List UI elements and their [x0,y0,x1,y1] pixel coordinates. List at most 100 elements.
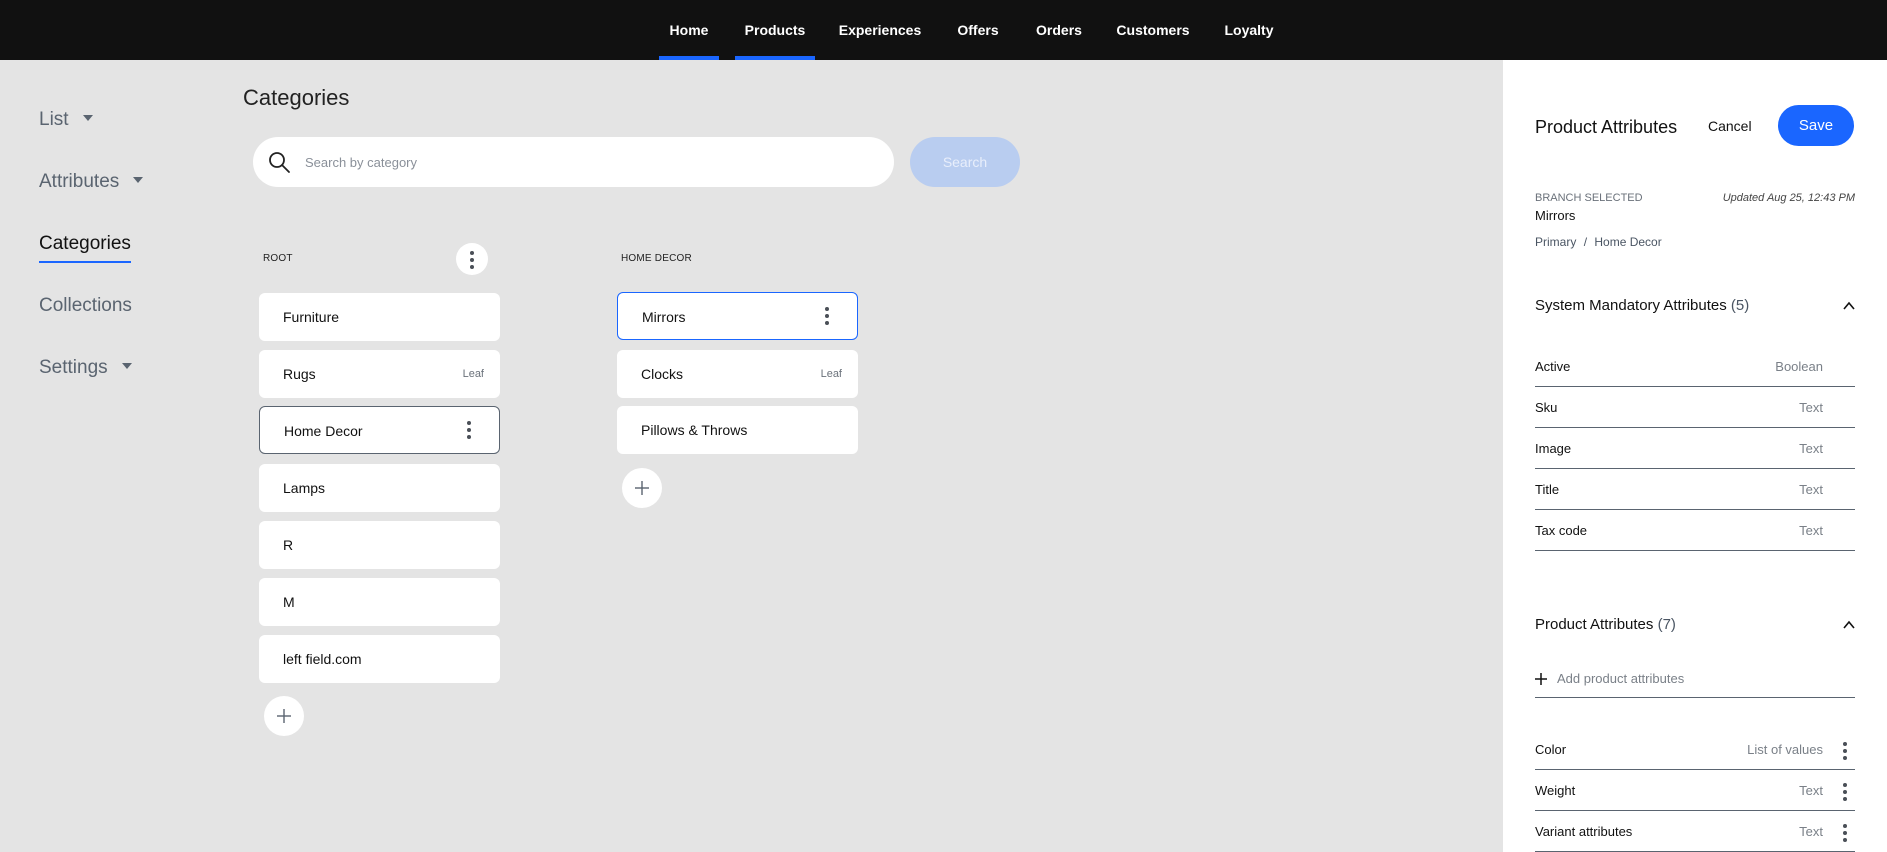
category-card-selected[interactable]: Mirrors [617,292,858,340]
column-label-root: ROOT [263,253,293,264]
sidebar-item-label: Collections [39,295,132,316]
category-name: Lamps [283,480,326,496]
plus-icon [1535,673,1547,685]
plus-icon [277,709,291,723]
nav-orders[interactable]: Orders [1033,0,1085,60]
attribute-name: Sku [1535,400,1558,415]
sidebar-item-categories[interactable]: Categories [39,233,131,263]
caret-down-icon [82,114,93,121]
breadcrumb-separator: / [1583,235,1588,249]
top-navigation: Home Products Experiences Offers Orders … [0,0,1887,60]
plus-icon [635,481,649,495]
more-vertical-icon [470,251,474,272]
more-vertical-icon[interactable] [1843,742,1847,763]
breadcrumb-item[interactable]: Primary [1535,235,1576,249]
breadcrumb-item[interactable]: Home Decor [1594,235,1661,249]
more-vertical-icon[interactable] [1843,824,1847,845]
panel-title: Product Attributes [1535,117,1678,137]
root-options-button[interactable] [456,243,488,275]
search-icon [269,152,290,173]
sidebar-item-list[interactable]: List [39,109,93,131]
attribute-type: Text [1799,482,1823,497]
system-attributes-header[interactable]: System Mandatory Attributes (5) [1535,297,1749,314]
search-input[interactable] [305,137,875,187]
attribute-type: Boolean [1775,359,1823,374]
section-count: (7) [1657,616,1676,633]
chevron-up-icon[interactable] [1843,300,1855,312]
breadcrumb: Primary / Home Decor [1535,235,1662,249]
section-title: Product Attributes [1535,616,1654,633]
product-attributes-header[interactable]: Product Attributes (7) [1535,616,1676,633]
category-card[interactable]: Rugs Leaf [259,350,500,398]
attribute-type: List of values [1747,742,1823,757]
search-button[interactable]: Search [910,137,1020,187]
attribute-name: Tax code [1535,523,1588,538]
caret-down-icon [133,176,144,183]
section-count: (5) [1730,297,1750,314]
category-name: Clocks [641,366,684,382]
nav-customers[interactable]: Customers [1114,0,1192,60]
attribute-type: Text [1799,441,1823,456]
more-vertical-icon[interactable] [825,307,829,328]
category-card[interactable]: Clocks Leaf [617,350,858,398]
category-name: left field.com [283,651,362,667]
attribute-name: Active [1535,359,1571,374]
category-card[interactable]: Lamps [259,464,500,512]
category-card[interactable]: M [259,578,500,626]
search-box [253,137,894,187]
nav-products[interactable]: Products [735,0,815,60]
attribute-type: Text [1799,824,1823,839]
attribute-row: Tax code Text [1535,511,1855,551]
category-card[interactable]: Furniture [259,293,500,341]
column-label-home-decor: HOME DECOR [621,253,692,264]
attribute-type: Text [1799,400,1823,415]
product-attributes-panel: Product Attributes Cancel Save BRANCH SE… [1503,60,1887,852]
add-category-button[interactable] [622,468,662,508]
caret-down-icon [121,362,132,369]
more-vertical-icon[interactable] [467,421,471,442]
page-title: Categories [243,85,350,110]
category-card[interactable]: Pillows & Throws [617,406,858,454]
sidebar-item-attributes[interactable]: Attributes [39,171,144,193]
attribute-name: Weight [1535,783,1576,798]
nav-home[interactable]: Home [659,0,719,60]
more-vertical-icon[interactable] [1843,783,1847,804]
category-name: Rugs [283,366,316,382]
attribute-row: Weight Text [1535,771,1855,811]
category-card[interactable]: R [259,521,500,569]
category-card-selected[interactable]: Home Decor [259,406,500,454]
nav-loyalty[interactable]: Loyalty [1220,0,1278,60]
add-attribute-label: Add product attributes [1557,671,1685,686]
chevron-up-icon[interactable] [1843,619,1855,631]
attribute-name: Variant attributes [1535,824,1633,839]
cancel-button[interactable]: Cancel [1708,118,1752,134]
add-category-button[interactable] [264,696,304,736]
category-name: R [283,537,294,553]
sidebar-item-settings[interactable]: Settings [39,357,132,379]
nav-offers[interactable]: Offers [953,0,1003,60]
save-button[interactable]: Save [1778,105,1854,146]
attribute-row: Color List of values [1535,730,1855,770]
attribute-row: Active Boolean [1535,347,1855,387]
category-name: Furniture [283,309,340,325]
sidebar-item-label: Settings [39,357,108,378]
sidebar-item-collections[interactable]: Collections [39,295,132,317]
attribute-row: Sku Text [1535,388,1855,428]
category-card[interactable]: left field.com [259,635,500,683]
category-name: M [283,594,295,610]
attribute-type: Text [1799,523,1823,538]
section-title: System Mandatory Attributes [1535,297,1727,314]
category-name: Home Decor [284,423,363,439]
attribute-row: Title Text [1535,470,1855,510]
leaf-badge: Leaf [462,368,484,380]
category-name: Mirrors [642,309,686,325]
add-product-attribute-button[interactable]: Add product attributes [1535,660,1855,698]
attribute-row: Image Text [1535,429,1855,469]
attribute-row: Variant attributes Text [1535,812,1855,852]
sidebar-item-label: Categories [39,233,131,254]
attribute-type: Text [1799,783,1823,798]
category-name: Pillows & Throws [641,422,748,438]
nav-experiences[interactable]: Experiences [835,0,925,60]
sidebar-item-label: Attributes [39,171,120,192]
leaf-badge: Leaf [820,368,842,380]
